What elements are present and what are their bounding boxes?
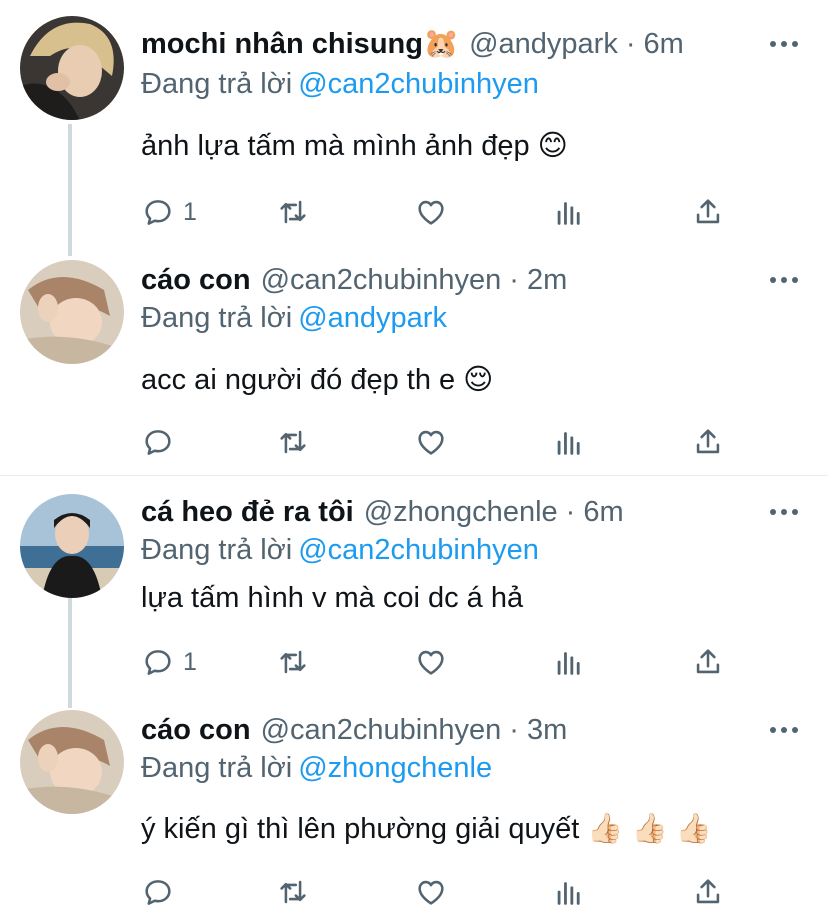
reply-count: 1 xyxy=(183,647,197,676)
action-bar: 1 xyxy=(141,642,721,682)
reply-context: Đang trả lời @zhongchenle xyxy=(141,752,492,785)
reply-button[interactable]: 1 xyxy=(141,642,197,682)
reply-context: Đang trả lời @can2chubinhyen xyxy=(141,68,539,101)
reply-count: 1 xyxy=(183,197,197,226)
views-button[interactable] xyxy=(552,642,586,682)
timestamp[interactable]: 2m xyxy=(527,264,567,297)
like-button[interactable] xyxy=(414,192,448,232)
retweet-icon xyxy=(280,650,306,674)
reply-label: Đang trả lời xyxy=(141,752,293,784)
avatar[interactable] xyxy=(20,260,124,364)
tweet-text: ý kiến gì thì lên phường giải quyết 👍🏻 👍… xyxy=(141,813,712,845)
more-icon[interactable] xyxy=(770,274,798,286)
like-icon xyxy=(418,880,444,905)
share-icon xyxy=(696,199,720,224)
name-emoji: 🐹 xyxy=(422,28,460,60)
share-button[interactable] xyxy=(691,192,725,232)
tweet-text: lựa tấm hình v mà coi dc á hả xyxy=(141,582,524,614)
avatar[interactable] xyxy=(20,16,124,120)
retweet-button[interactable] xyxy=(276,422,310,462)
display-name[interactable]: mochi nhân chisung xyxy=(141,28,423,61)
reply-mention[interactable]: @can2chubinhyen xyxy=(298,534,539,566)
reply-context: Đang trả lời @can2chubinhyen xyxy=(141,534,539,567)
handle[interactable]: @can2chubinhyen xyxy=(261,264,502,297)
reply-button[interactable] xyxy=(141,872,183,912)
reply-mention[interactable]: @andypark xyxy=(298,302,447,334)
retweet-button[interactable] xyxy=(276,192,310,232)
more-icon[interactable] xyxy=(770,38,798,50)
separator: · xyxy=(625,27,636,60)
reply-label: Đang trả lời xyxy=(141,534,293,566)
more-icon[interactable] xyxy=(770,724,798,736)
share-icon xyxy=(696,429,720,454)
reply-mention[interactable]: @can2chubinhyen xyxy=(298,68,539,100)
views-icon xyxy=(557,202,580,225)
reply-icon xyxy=(145,200,171,225)
tweet-header: cá heo đẻ ra tôi @zhongchenle · 6m xyxy=(141,492,758,532)
tweet-text: ảnh lựa tấm mà mình ảnh đẹp 😊 xyxy=(141,130,568,162)
share-button[interactable] xyxy=(691,642,725,682)
timestamp[interactable]: 6m xyxy=(583,496,623,529)
reply-label: Đang trả lời xyxy=(141,302,293,334)
like-button[interactable] xyxy=(414,642,448,682)
like-icon xyxy=(418,430,444,455)
blonde-person-avatar xyxy=(20,16,124,120)
reply-button[interactable]: 1 xyxy=(141,192,197,232)
retweet-icon xyxy=(280,430,306,454)
reply-label: Đang trả lời xyxy=(141,68,293,100)
lying-person-avatar xyxy=(20,710,124,814)
display-name[interactable]: cáo con xyxy=(141,264,251,297)
timestamp[interactable]: 3m xyxy=(527,714,567,747)
action-bar: 1 xyxy=(141,192,721,232)
tweet[interactable]: mochi nhân chisung 🐹 @andypark · 6m Đang … xyxy=(0,0,828,250)
tweet-header: mochi nhân chisung 🐹 @andypark · 6m xyxy=(141,24,758,64)
timestamp[interactable]: 6m xyxy=(644,28,684,61)
like-icon xyxy=(418,200,444,225)
like-icon xyxy=(418,650,444,675)
retweet-button[interactable] xyxy=(276,872,310,912)
like-button[interactable] xyxy=(414,422,448,462)
like-button[interactable] xyxy=(414,872,448,912)
action-bar xyxy=(141,872,721,912)
share-icon xyxy=(696,649,720,674)
share-icon xyxy=(696,879,720,904)
reply-icon xyxy=(145,650,171,675)
more-icon[interactable] xyxy=(770,506,798,518)
beach-person-avatar xyxy=(20,494,124,598)
retweet-icon xyxy=(280,880,306,904)
retweet-icon xyxy=(280,200,306,224)
reply-icon xyxy=(145,880,171,905)
handle[interactable]: @andypark xyxy=(469,28,618,61)
reply-icon xyxy=(145,430,171,455)
handle[interactable]: @can2chubinhyen xyxy=(261,714,502,747)
retweet-button[interactable] xyxy=(276,642,310,682)
tweet-text: acc ai người đó đẹp th e 😌 xyxy=(141,364,494,396)
tweet[interactable]: cáo con @can2chubinhyen · 3m Đang trả lờ… xyxy=(0,700,828,920)
tweet[interactable]: cáo con @can2chubinhyen · 2m Đang trả lờ… xyxy=(0,250,828,475)
share-button[interactable] xyxy=(691,422,725,462)
handle[interactable]: @zhongchenle xyxy=(364,496,558,529)
avatar[interactable] xyxy=(20,494,124,598)
tweet-header: cáo con @can2chubinhyen · 3m xyxy=(141,710,758,750)
display-name[interactable]: cá heo đẻ ra tôi xyxy=(141,496,354,529)
tweet[interactable]: cá heo đẻ ra tôi @zhongchenle · 6m Đang … xyxy=(0,476,828,700)
lying-person-avatar xyxy=(20,260,124,364)
views-icon xyxy=(557,432,580,455)
tweet-header: cáo con @can2chubinhyen · 2m xyxy=(141,260,758,300)
separator: · xyxy=(509,263,519,296)
display-name[interactable]: cáo con xyxy=(141,714,251,747)
share-button[interactable] xyxy=(691,872,725,912)
views-button[interactable] xyxy=(552,192,586,232)
views-icon xyxy=(557,882,580,905)
views-button[interactable] xyxy=(552,422,586,462)
reply-context: Đang trả lời @andypark xyxy=(141,302,447,335)
views-icon xyxy=(557,652,580,675)
views-button[interactable] xyxy=(552,872,586,912)
action-bar xyxy=(141,422,721,462)
avatar[interactable] xyxy=(20,710,124,814)
reply-mention[interactable]: @zhongchenle xyxy=(298,752,492,784)
separator: · xyxy=(509,713,519,746)
separator: · xyxy=(565,495,576,528)
reply-button[interactable] xyxy=(141,422,183,462)
